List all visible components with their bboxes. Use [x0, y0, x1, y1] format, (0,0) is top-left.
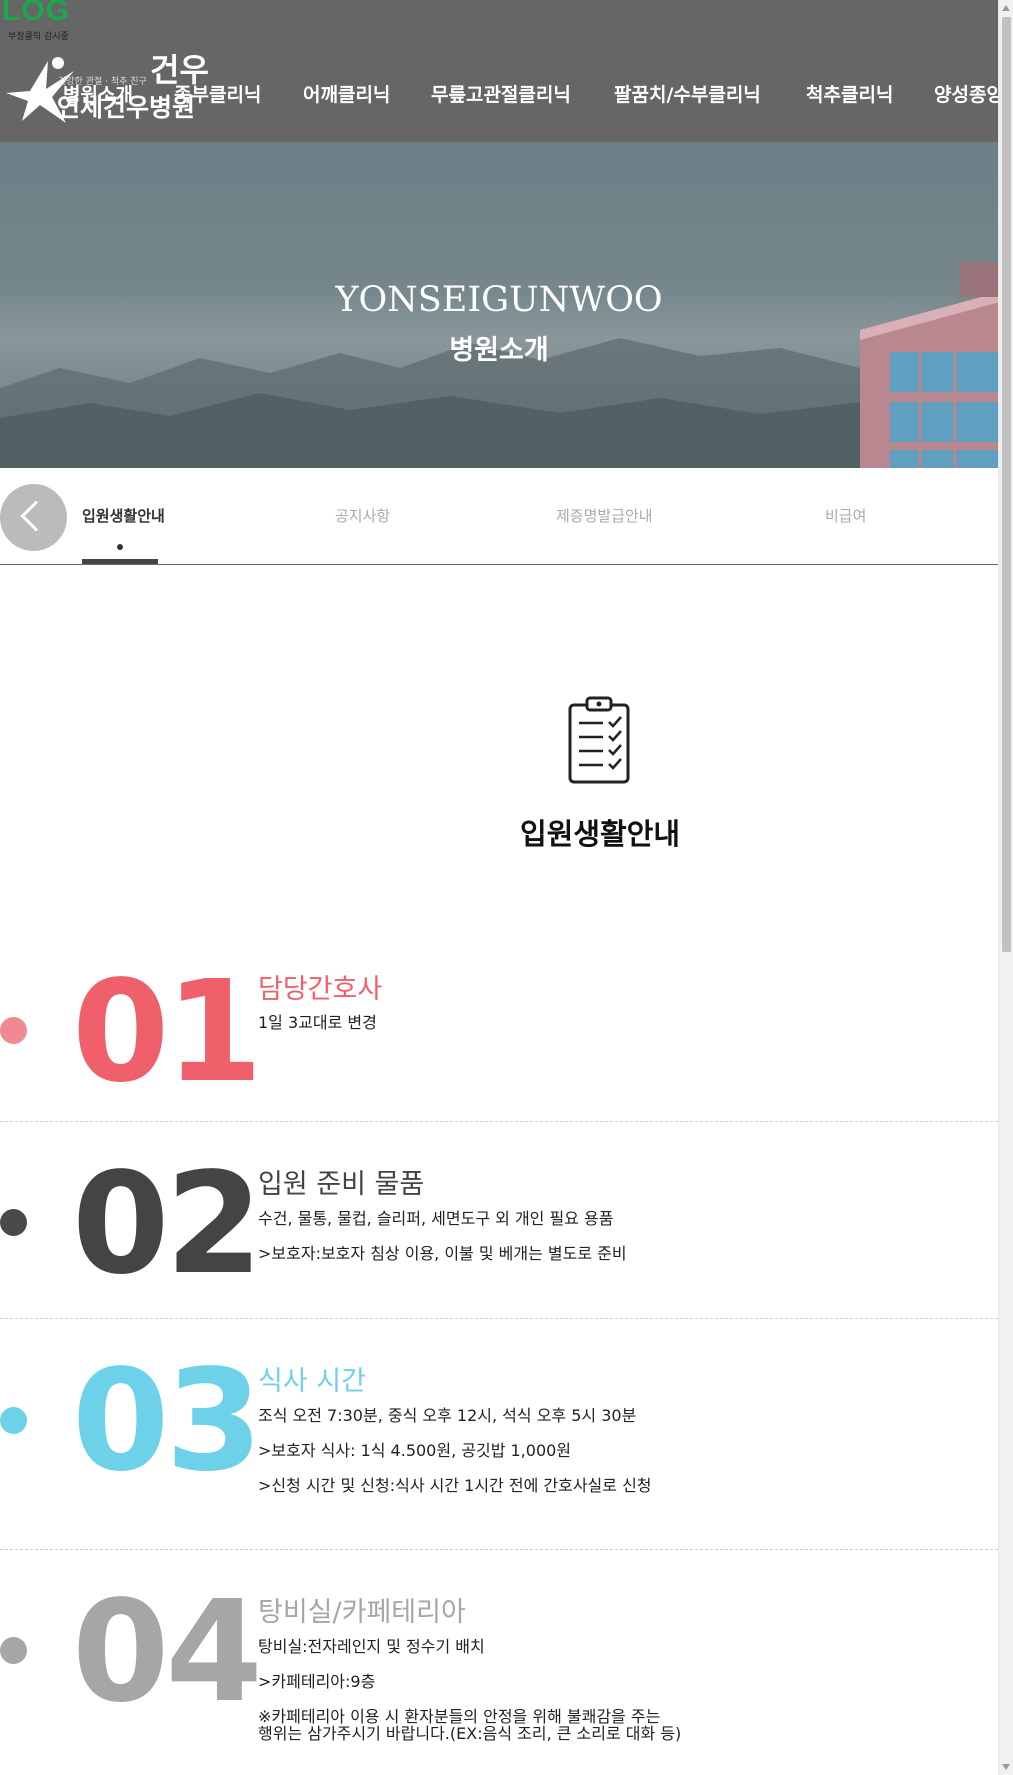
- item-divider: [0, 1549, 998, 1550]
- log-badge-caption: 부정클릭 감시중: [8, 32, 69, 42]
- back-button[interactable]: [0, 484, 67, 551]
- item-text: >보호자:보호자 침상 이용, 이불 및 베개는 별도로 준비: [258, 1244, 627, 1263]
- nav-item-elbow-hand-clinic[interactable]: 팔꿈치/수부클리닉: [614, 80, 761, 107]
- hero-title: YONSEIGUNWOO: [335, 280, 663, 320]
- nav-item-hospital-intro[interactable]: 병원소개: [63, 80, 133, 107]
- sub-nav: 입원생활안내 공지사항 제증명발급안내 비급여: [0, 468, 998, 565]
- nav-item-spine-clinic[interactable]: 척추클리닉: [806, 80, 893, 107]
- item-divider: [0, 1318, 998, 1319]
- section-title: 입원생활안내: [519, 817, 681, 851]
- site-header: LOG 부정클릭 감시중 건우 건강한 관절 · 척추 친구 연세건우병원 병원…: [0, 0, 998, 142]
- item-text: >보호자 식사: 1식 4.500원, 공깃밥 1,000원: [258, 1441, 572, 1460]
- nav-item-tumor-clinic[interactable]: 양성종양: [934, 80, 998, 107]
- item-title: 탕비실/카페테리아: [258, 1597, 466, 1628]
- item-bullet: [0, 1017, 27, 1044]
- item-number: 02: [72, 1143, 263, 1306]
- tab-notices[interactable]: 공지사항: [335, 505, 390, 526]
- item-text: 1일 3교대로 변경: [258, 1013, 377, 1032]
- item-number: 01: [72, 951, 263, 1114]
- item-text: 행위는 삼가주시기 바랍니다.(EX:음식 조리, 큰 소리로 대화 등): [258, 1724, 682, 1743]
- active-tab-dot: [117, 544, 123, 550]
- nav-item-shoulder-clinic[interactable]: 어깨클리닉: [303, 80, 390, 107]
- item-number: 03: [72, 1340, 263, 1503]
- tab-non-covered[interactable]: 비급여: [825, 505, 866, 526]
- item-text: 조식 오전 7:30분, 중식 오후 12시, 석식 오후 5시 30분: [258, 1406, 637, 1425]
- scroll-up-arrow-icon[interactable]: [1002, 5, 1010, 11]
- log-badge[interactable]: LOG 부정클릭 감시중: [0, 0, 95, 42]
- active-tab-underline: [82, 559, 158, 564]
- item-bullet: [0, 1407, 27, 1434]
- tab-admission-guide[interactable]: 입원생활안내: [82, 505, 165, 526]
- tab-certificate-guide[interactable]: 제증명발급안내: [556, 505, 653, 526]
- nav-item-knee-hip-clinic[interactable]: 무릎고관절클리닉: [431, 80, 571, 107]
- item-number: 04: [72, 1571, 263, 1734]
- item-text: 수건, 물통, 물컵, 슬리퍼, 세면도구 외 개인 필요 용품: [258, 1209, 614, 1228]
- vertical-scrollbar[interactable]: [998, 0, 1013, 1775]
- item-title: 담당간호사: [258, 974, 383, 1005]
- chevron-left-icon: [20, 500, 52, 532]
- page: LOG 부정클릭 감시중 건우 건강한 관절 · 척추 친구 연세건우병원 병원…: [0, 0, 998, 1775]
- item-title: 식사 시간: [258, 1366, 366, 1397]
- item-text: >신청 시간 및 신청:식사 시간 1시간 전에 간호사실로 신청: [258, 1476, 652, 1495]
- log-badge-logo: LOG: [2, 0, 70, 27]
- item-text: 탕비실:전자레인지 및 정수기 배치: [258, 1637, 485, 1656]
- item-bullet: [0, 1209, 27, 1236]
- nav-item-foot-clinic[interactable]: 족부클리닉: [174, 80, 261, 107]
- scroll-down-arrow-icon[interactable]: [1002, 1764, 1010, 1770]
- hero-subtitle: 병원소개: [449, 335, 549, 366]
- scrollbar-thumb[interactable]: [1002, 17, 1011, 952]
- item-title: 입원 준비 물품: [258, 1169, 425, 1200]
- item-divider: [0, 1121, 998, 1122]
- hero-banner: YONSEIGUNWOO 병원소개: [0, 142, 998, 468]
- mountain-background: [0, 338, 998, 468]
- item-bullet: [0, 1637, 27, 1664]
- clipboard-checklist-icon: [568, 696, 630, 784]
- item-text: >카페테리아:9층: [258, 1672, 376, 1691]
